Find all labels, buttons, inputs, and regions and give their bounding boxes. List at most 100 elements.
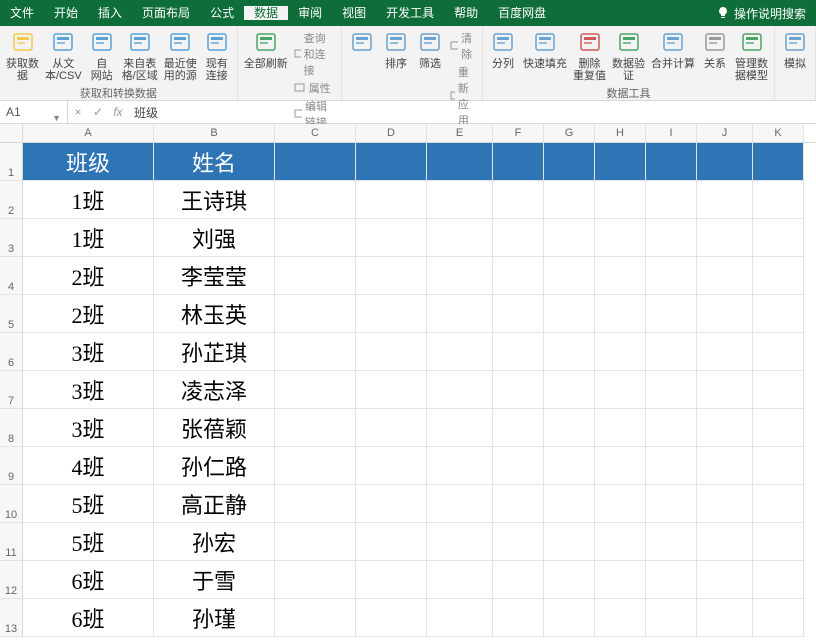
ribbon-side-item[interactable]: 属性 xyxy=(294,80,335,96)
col-header-E[interactable]: E xyxy=(427,124,493,142)
cell[interactable] xyxy=(595,523,646,561)
col-header-J[interactable]: J xyxy=(697,124,753,142)
cell[interactable] xyxy=(595,143,646,181)
cell[interactable]: 刘强 xyxy=(154,219,275,257)
cell[interactable] xyxy=(544,181,595,219)
menu-tab-0[interactable]: 文件 xyxy=(0,6,44,20)
flash-fill-button[interactable]: 快速填充 xyxy=(523,30,567,72)
cell[interactable] xyxy=(646,143,697,181)
cell[interactable] xyxy=(544,447,595,485)
cell[interactable] xyxy=(493,447,544,485)
sort-button[interactable]: 排序 xyxy=(382,30,410,72)
fx-icon[interactable]: fx xyxy=(108,105,128,119)
cell[interactable] xyxy=(493,333,544,371)
cell[interactable]: 孙宏 xyxy=(154,523,275,561)
cell[interactable]: 3班 xyxy=(23,371,154,409)
cell[interactable] xyxy=(544,143,595,181)
col-header-G[interactable]: G xyxy=(544,124,595,142)
cell[interactable] xyxy=(544,219,595,257)
cell[interactable] xyxy=(275,295,356,333)
cell[interactable] xyxy=(493,257,544,295)
cell[interactable] xyxy=(646,485,697,523)
data-valid-button[interactable]: 数据验证 xyxy=(612,30,645,84)
refresh-all-button[interactable]: 全部刷新 xyxy=(244,30,288,72)
menu-tab-8[interactable]: 开发工具 xyxy=(376,6,444,20)
cell[interactable] xyxy=(646,333,697,371)
row-header[interactable]: 13 xyxy=(0,599,23,637)
col-header-F[interactable]: F xyxy=(493,124,544,142)
cell[interactable] xyxy=(753,333,804,371)
cell[interactable]: 6班 xyxy=(23,599,154,637)
cell[interactable] xyxy=(697,219,753,257)
cell[interactable] xyxy=(753,561,804,599)
cell[interactable]: 孙芷琪 xyxy=(154,333,275,371)
menu-tab-7[interactable]: 视图 xyxy=(332,6,376,20)
cell[interactable] xyxy=(697,295,753,333)
formula-input[interactable]: 班级 xyxy=(128,104,816,121)
cell[interactable] xyxy=(753,599,804,637)
col-header-I[interactable]: I xyxy=(646,124,697,142)
row-header[interactable]: 7 xyxy=(0,371,23,409)
ribbon-side-item[interactable]: 清除 xyxy=(450,30,476,62)
consolidate-button[interactable]: 合并计算 xyxy=(651,30,695,72)
cell[interactable] xyxy=(544,409,595,447)
cell[interactable] xyxy=(697,257,753,295)
cell[interactable] xyxy=(356,257,427,295)
cell[interactable] xyxy=(275,561,356,599)
from-table-button[interactable]: 来自表格/区域 xyxy=(122,30,158,84)
cell[interactable]: 1班 xyxy=(23,181,154,219)
cell[interactable] xyxy=(356,599,427,637)
cell[interactable] xyxy=(275,371,356,409)
cell[interactable] xyxy=(595,599,646,637)
cell[interactable] xyxy=(356,219,427,257)
menu-tab-1[interactable]: 开始 xyxy=(44,6,88,20)
cell[interactable] xyxy=(595,409,646,447)
row-header[interactable]: 10 xyxy=(0,485,23,523)
cell[interactable] xyxy=(427,181,493,219)
cell[interactable] xyxy=(544,257,595,295)
from-csv-button[interactable]: 从文本/CSV xyxy=(45,30,82,84)
cell[interactable] xyxy=(356,409,427,447)
existing-button[interactable]: 现有连接 xyxy=(203,30,231,84)
cell[interactable] xyxy=(646,257,697,295)
cell[interactable] xyxy=(544,485,595,523)
cell[interactable]: 高正静 xyxy=(154,485,275,523)
sort-az-button[interactable] xyxy=(348,30,376,56)
cell[interactable] xyxy=(427,485,493,523)
cell[interactable] xyxy=(595,485,646,523)
cell[interactable]: 2班 xyxy=(23,257,154,295)
col-header-H[interactable]: H xyxy=(595,124,646,142)
cell[interactable]: 5班 xyxy=(23,523,154,561)
cell[interactable] xyxy=(275,409,356,447)
cell[interactable]: 3班 xyxy=(23,409,154,447)
tell-me[interactable]: 操作说明搜索 xyxy=(716,5,816,22)
cell[interactable] xyxy=(595,447,646,485)
cell[interactable] xyxy=(427,409,493,447)
cell[interactable] xyxy=(697,143,753,181)
accept-icon[interactable]: ✓ xyxy=(88,105,108,119)
menu-tab-2[interactable]: 插入 xyxy=(88,6,132,20)
cell[interactable] xyxy=(646,295,697,333)
relations-button[interactable]: 关系 xyxy=(701,30,729,72)
cell[interactable] xyxy=(493,219,544,257)
cell[interactable] xyxy=(646,561,697,599)
cell[interactable] xyxy=(493,143,544,181)
cell[interactable] xyxy=(427,561,493,599)
cell[interactable] xyxy=(356,447,427,485)
cell[interactable] xyxy=(595,295,646,333)
cell[interactable] xyxy=(544,599,595,637)
cell[interactable] xyxy=(356,333,427,371)
row-header[interactable]: 11 xyxy=(0,523,23,561)
cell[interactable] xyxy=(427,143,493,181)
cell[interactable] xyxy=(753,181,804,219)
cell[interactable]: 4班 xyxy=(23,447,154,485)
cell[interactable] xyxy=(646,181,697,219)
cell[interactable] xyxy=(493,409,544,447)
cell[interactable] xyxy=(646,409,697,447)
cell[interactable] xyxy=(493,181,544,219)
menu-tab-5[interactable]: 数据 xyxy=(244,6,288,20)
cell[interactable]: 凌志泽 xyxy=(154,371,275,409)
cell[interactable] xyxy=(493,485,544,523)
cell[interactable] xyxy=(753,523,804,561)
cell[interactable] xyxy=(544,295,595,333)
